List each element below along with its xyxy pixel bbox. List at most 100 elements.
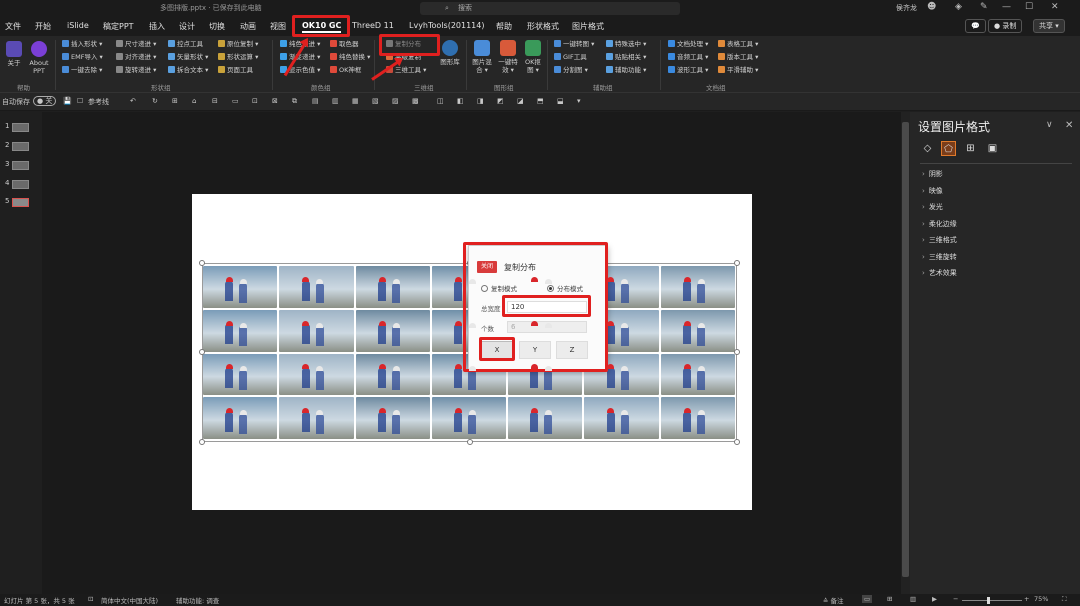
pen-icon[interactable]: ✎ xyxy=(980,2,988,12)
menu-tab[interactable]: ThreeD 11 xyxy=(352,21,394,30)
reading-view-icon[interactable]: ▥ xyxy=(910,595,916,603)
tool-icon-12[interactable]: ▨ xyxy=(392,97,399,105)
search-box[interactable]: ⌕ 搜索 xyxy=(420,2,680,15)
resize-handle[interactable] xyxy=(199,260,205,266)
aux-function-button[interactable]: 辅助功能 ▾ xyxy=(606,66,646,75)
shape-library-button[interactable]: 图形库 xyxy=(439,40,461,66)
menu-tab[interactable]: 稿定PPT xyxy=(103,21,134,32)
spell-check-icon[interactable]: ⊡ xyxy=(88,595,93,603)
about-button[interactable]: 关于 xyxy=(4,41,24,67)
zoom-in-button[interactable]: + xyxy=(1024,595,1029,603)
in-place-copy-button[interactable]: 原位复制 ▾ xyxy=(218,40,258,49)
shape-ops-button[interactable]: 形状运算 ▾ xyxy=(218,53,258,62)
chevron-down-icon[interactable]: ∨ xyxy=(1046,120,1053,130)
menu-tab[interactable]: 视图 xyxy=(270,21,286,32)
audio-tool-button[interactable]: 音频工具 ▾ xyxy=(668,53,708,62)
menu-tab[interactable]: 插入 xyxy=(149,21,165,32)
tool-icon-9[interactable]: ▥ xyxy=(332,97,339,105)
wave-tool-button[interactable]: 波形工具 ▾ xyxy=(668,66,708,75)
split-image-button[interactable]: 分割图 ▾ xyxy=(554,66,588,75)
fill-icon[interactable]: ◇ xyxy=(920,141,935,156)
menu-tab[interactable]: 切换 xyxy=(209,21,225,32)
scrollbar-thumb[interactable] xyxy=(902,122,909,577)
handle-tool-button[interactable]: 控点工具 xyxy=(168,40,203,49)
vector-shape-button[interactable]: 矢量形状 ▾ xyxy=(168,53,208,62)
slide-thumbnail-5[interactable] xyxy=(12,198,29,207)
tool-icon-2[interactable]: ⌂ xyxy=(192,97,196,105)
version-tool-button[interactable]: 版本工具 ▾ xyxy=(718,53,758,62)
paste-related-button[interactable]: 贴贴相关 ▾ xyxy=(606,53,646,62)
slideshow-view-icon[interactable]: ▶ xyxy=(932,595,937,603)
menu-tab[interactable]: 形状格式 xyxy=(527,21,559,32)
language-indicator[interactable]: 简体中文(中国大陆) xyxy=(101,595,158,605)
effects-icon[interactable]: ⬠ xyxy=(941,141,956,156)
ref-line-checkbox[interactable]: ☐ xyxy=(77,97,83,105)
menu-tab[interactable]: 文件 xyxy=(5,21,21,32)
notes-button[interactable]: ≙ 备注 xyxy=(823,595,844,605)
user-name[interactable]: 侯齐龙 xyxy=(896,3,917,13)
image-mix-button[interactable]: 图片混合 ▾ xyxy=(470,40,494,74)
emf-import-button[interactable]: EMF导入 ▾ xyxy=(62,53,103,62)
tool-icon-18[interactable]: ◪ xyxy=(517,97,524,105)
vertical-scrollbar[interactable] xyxy=(901,112,910,594)
size-step-button[interactable]: 尺寸递进 ▾ xyxy=(116,40,156,49)
resize-handle[interactable] xyxy=(734,349,740,355)
one-click-effect-button[interactable]: 一键特效 ▾ xyxy=(496,40,520,74)
tool-icon-19[interactable]: ⬒ xyxy=(537,97,544,105)
tool-icon-17[interactable]: ◩ xyxy=(497,97,504,105)
doc-process-button[interactable]: 文档处理 ▾ xyxy=(668,40,708,49)
one-click-to-image-button[interactable]: 一键转图 ▾ xyxy=(554,40,594,49)
resize-handle[interactable] xyxy=(734,260,740,266)
align-step-button[interactable]: 对齐递进 ▾ xyxy=(116,53,156,62)
slide-thumbnail-4[interactable] xyxy=(12,180,29,189)
tool-icon-8[interactable]: ▤ xyxy=(312,97,319,105)
size-icon[interactable]: ⊞ xyxy=(963,141,978,156)
gif-tool-button[interactable]: GIF工具 xyxy=(554,53,587,62)
diamond-icon[interactable]: ◈ xyxy=(955,2,962,12)
picture-icon[interactable]: ▣ xyxy=(985,141,1000,156)
panel-section[interactable]: 映像 xyxy=(922,186,943,196)
menu-tab[interactable]: 帮助 xyxy=(496,21,512,32)
tool-icon-11[interactable]: ▧ xyxy=(372,97,379,105)
comment-button[interactable]: 💬 xyxy=(965,19,986,33)
slide-thumbnail-2[interactable] xyxy=(12,142,29,151)
panel-section[interactable]: 三维格式 xyxy=(922,235,957,245)
maximize-button[interactable]: ☐ xyxy=(1025,2,1033,12)
redo-icon[interactable]: ↻ xyxy=(152,97,158,105)
tool-icon-3[interactable]: ⊟ xyxy=(212,97,218,105)
smooth-aux-button[interactable]: 平滑辅助 ▾ xyxy=(718,66,758,75)
zoom-slider-track[interactable] xyxy=(962,600,1022,601)
page-tool-button[interactable]: 页面工具 xyxy=(218,66,253,75)
split-text-button[interactable]: 拆合文本 ▾ xyxy=(168,66,208,75)
menu-tab[interactable]: LvyhTools(201114) xyxy=(409,21,484,30)
color-picker-button[interactable]: 取色器 xyxy=(330,40,359,49)
resize-handle[interactable] xyxy=(199,439,205,445)
minimize-button[interactable]: — xyxy=(1002,2,1011,12)
fit-slide-icon[interactable]: ⛶ xyxy=(1062,595,1067,604)
tool-icon-4[interactable]: ▭ xyxy=(232,97,239,105)
normal-view-icon[interactable]: ▭ xyxy=(862,595,873,603)
slide-thumbnail-1[interactable] xyxy=(12,123,29,132)
gradient-step-button[interactable]: 渐变递进 ▾ xyxy=(280,53,320,62)
ok-cutout-button[interactable]: OK抠图 ▾ xyxy=(522,40,544,74)
tool-icon-16[interactable]: ◨ xyxy=(477,97,484,105)
record-button[interactable]: ● 录制 xyxy=(988,19,1023,33)
color-replace-button[interactable]: 纯色替换 ▾ xyxy=(330,53,370,62)
undo-icon[interactable]: ↶ xyxy=(130,97,136,105)
panel-section[interactable]: 阴影 xyxy=(922,169,943,179)
resize-handle[interactable] xyxy=(467,439,473,445)
menu-tab[interactable]: 图片格式 xyxy=(572,21,604,32)
tool-icon-5[interactable]: ⊡ xyxy=(252,97,258,105)
accessibility-indicator[interactable]: 辅助功能: 调查 xyxy=(176,595,219,605)
zoom-slider-knob[interactable] xyxy=(987,597,990,604)
sorter-view-icon[interactable]: ⊞ xyxy=(887,595,892,603)
panel-section[interactable]: 柔化边缘 xyxy=(922,219,957,229)
panel-section[interactable]: 发光 xyxy=(922,202,943,212)
panel-close-icon[interactable]: ✕ xyxy=(1065,120,1073,131)
autosave-toggle[interactable]: ● 关 xyxy=(33,96,57,106)
menu-tab[interactable]: iSlide xyxy=(67,21,89,30)
menu-tab[interactable]: 动画 xyxy=(240,21,256,32)
resize-handle[interactable] xyxy=(199,349,205,355)
resize-handle[interactable] xyxy=(734,439,740,445)
special-select-button[interactable]: 特殊选中 ▾ xyxy=(606,40,646,49)
